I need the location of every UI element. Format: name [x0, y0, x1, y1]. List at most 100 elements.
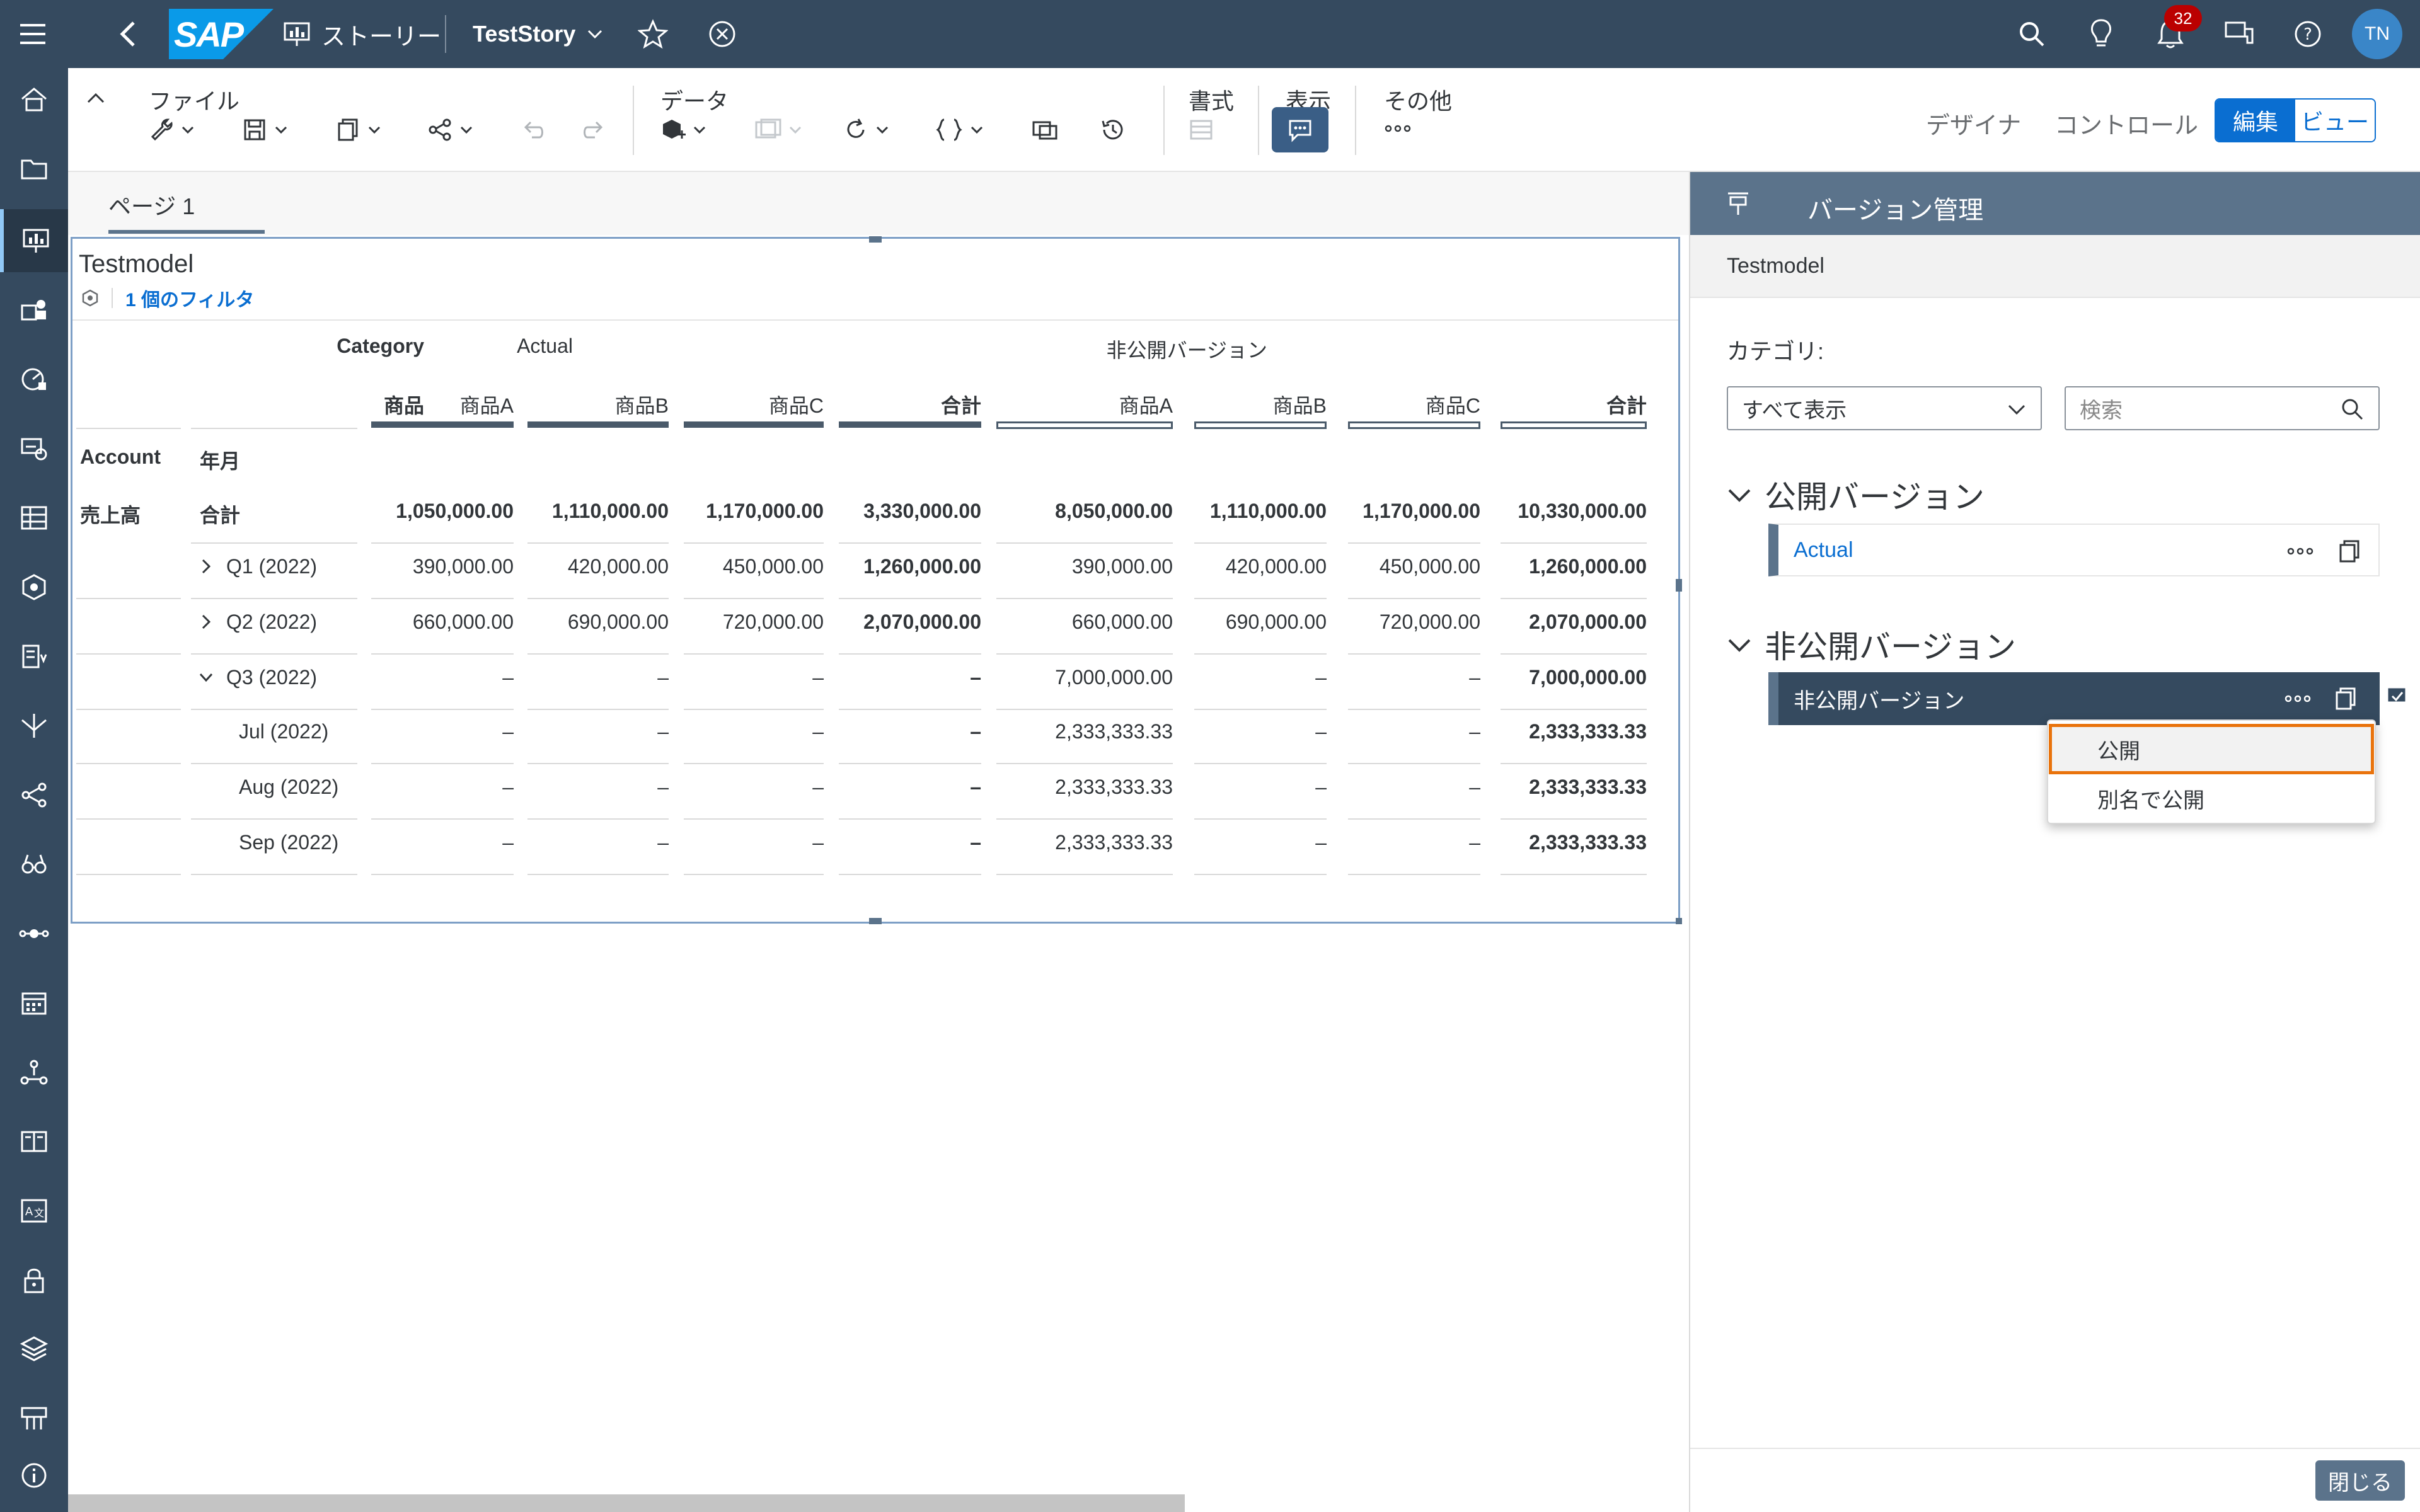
- column-header-product: 合計: [940, 394, 981, 417]
- info-icon[interactable]: [0, 1444, 68, 1507]
- predictive-icon[interactable]: [0, 1041, 68, 1104]
- public-versions-section[interactable]: 公開バージョン: [1727, 472, 1985, 517]
- designer-button[interactable]: デザイナ: [1926, 106, 2021, 140]
- translation-icon[interactable]: A文: [0, 1179, 68, 1242]
- collapse-chevron-icon[interactable]: [197, 668, 215, 686]
- undo-button[interactable]: [521, 117, 546, 142]
- linked-widgets-icon: [1032, 121, 1057, 140]
- chat-feedback-icon[interactable]: [2223, 0, 2256, 68]
- data-analyzer-icon[interactable]: [0, 417, 68, 480]
- column-header-product: 商品A: [1119, 394, 1173, 417]
- table-cell: –: [1315, 776, 1327, 798]
- left-navigation: A文: [0, 68, 68, 1512]
- formula-menu[interactable]: [935, 117, 984, 142]
- help-icon[interactable]: ?: [2293, 0, 2323, 68]
- copy-menu[interactable]: [335, 117, 382, 142]
- overflow-dots-icon[interactable]: [2286, 546, 2314, 556]
- tab-page-1[interactable]: ページ 1: [108, 188, 195, 221]
- private-version-row[interactable]: 非公開バージョン: [1768, 672, 2420, 725]
- expand-chevron-icon[interactable]: [197, 558, 215, 575]
- edit-mode-button[interactable]: 編集: [2216, 100, 2295, 141]
- workflow-icon[interactable]: [0, 902, 68, 965]
- collapse-toolbar-icon[interactable]: [84, 88, 107, 107]
- comments-toggle-button[interactable]: [1272, 107, 1328, 152]
- data-actions-icon[interactable]: [0, 694, 68, 757]
- column-group-actual: Actual: [517, 335, 573, 357]
- control-button[interactable]: コントロール: [2054, 106, 2198, 140]
- publish-version-icon[interactable]: [2380, 685, 2410, 713]
- hamburger-menu-icon[interactable]: [16, 0, 49, 68]
- table-widget[interactable]: Testmodel 1 個のフィルタ Category Actual 非公開バージョ…: [71, 236, 1682, 924]
- private-versions-section[interactable]: 非公開バージョン: [1727, 622, 2016, 667]
- table-cell: –: [812, 776, 824, 798]
- analytic-application-icon[interactable]: [0, 278, 68, 341]
- close-story-icon[interactable]: [707, 0, 737, 68]
- category-select[interactable]: すべて表示: [1727, 386, 2042, 430]
- table-cell: –: [1315, 666, 1327, 689]
- add-model-icon: [663, 120, 686, 139]
- home-icon[interactable]: [0, 68, 68, 131]
- chevron-down-icon: [693, 126, 706, 134]
- folder-icon[interactable]: [0, 137, 68, 200]
- chevron-down-icon[interactable]: [2414, 692, 2420, 707]
- story-name-dropdown[interactable]: TestStory: [473, 0, 604, 68]
- table-cell: –: [1315, 831, 1327, 854]
- menu-item-publish-as[interactable]: 別名で公開: [2052, 776, 2371, 820]
- expand-chevron-icon[interactable]: [197, 613, 215, 631]
- search-icon[interactable]: [2017, 0, 2047, 68]
- row-period-label: Jul (2022): [239, 720, 329, 743]
- linked-widgets-button[interactable]: [1031, 117, 1059, 142]
- public-version-row[interactable]: Actual: [1768, 524, 2380, 576]
- tools-menu[interactable]: [149, 117, 195, 142]
- private-version-name: 非公開バージョン: [1794, 689, 1965, 713]
- table-cell: 1,050,000.00: [396, 500, 514, 522]
- refresh-menu[interactable]: [843, 117, 890, 142]
- add-data-menu[interactable]: [660, 117, 707, 142]
- format-group-label: 書式: [1189, 88, 1235, 114]
- modeler-icon[interactable]: [0, 486, 68, 549]
- user-avatar[interactable]: TN: [2352, 9, 2402, 59]
- digital-boardroom-icon[interactable]: [0, 348, 68, 411]
- table-cell: 1,260,000.00: [1529, 555, 1647, 578]
- table-cell: 660,000.00: [412, 610, 514, 633]
- overflow-dots-icon[interactable]: [2284, 694, 2312, 704]
- share-menu[interactable]: [427, 117, 474, 142]
- data-import-icon[interactable]: [0, 625, 68, 688]
- stories-icon[interactable]: [0, 209, 68, 272]
- lightbulb-icon[interactable]: [2087, 0, 2115, 68]
- history-button[interactable]: [1099, 117, 1127, 142]
- chevron-down-icon: [588, 30, 602, 39]
- table-cell: 390,000.00: [412, 555, 514, 578]
- chevron-down-icon: [1728, 639, 1751, 652]
- more-options-button[interactable]: [1384, 123, 1412, 134]
- menu-item-publish[interactable]: 公開: [2049, 724, 2374, 774]
- transport-icon[interactable]: [0, 1318, 68, 1381]
- table-cell: 7,000,000.00: [1529, 666, 1647, 689]
- redo-button[interactable]: [581, 117, 606, 142]
- row-period-label: Aug (2022): [239, 776, 339, 798]
- binoculars-icon[interactable]: [0, 833, 68, 896]
- panel-title: バージョン管理: [1807, 197, 1984, 224]
- version-data-menu[interactable]: [754, 117, 803, 142]
- copy-icon[interactable]: [2337, 539, 2362, 564]
- save-menu[interactable]: [242, 117, 289, 142]
- connections-icon[interactable]: [0, 764, 68, 827]
- version-search-input[interactable]: 検索: [2065, 386, 2380, 430]
- back-icon[interactable]: [116, 0, 141, 68]
- system-monitor-icon[interactable]: [0, 1387, 68, 1450]
- horizontal-scrollbar[interactable]: [68, 1494, 1185, 1512]
- table-cell: –: [657, 720, 669, 743]
- favorite-star-icon[interactable]: [638, 0, 668, 68]
- security-lock-icon[interactable]: [0, 1249, 68, 1312]
- content-network-icon[interactable]: [0, 1110, 68, 1173]
- panel-model-bar: Testmodel: [1690, 235, 2420, 298]
- view-mode-button[interactable]: ビュー: [2295, 100, 2375, 141]
- calendar-icon[interactable]: [0, 971, 68, 1034]
- table-cell: –: [970, 720, 981, 743]
- search-icon[interactable]: [2341, 398, 2365, 421]
- modeling-cube-icon[interactable]: [0, 556, 68, 619]
- close-panel-button[interactable]: 閉じる: [2315, 1460, 2405, 1501]
- save-icon: [244, 119, 265, 140]
- format-button[interactable]: [1189, 118, 1214, 141]
- copy-icon[interactable]: [2333, 686, 2358, 711]
